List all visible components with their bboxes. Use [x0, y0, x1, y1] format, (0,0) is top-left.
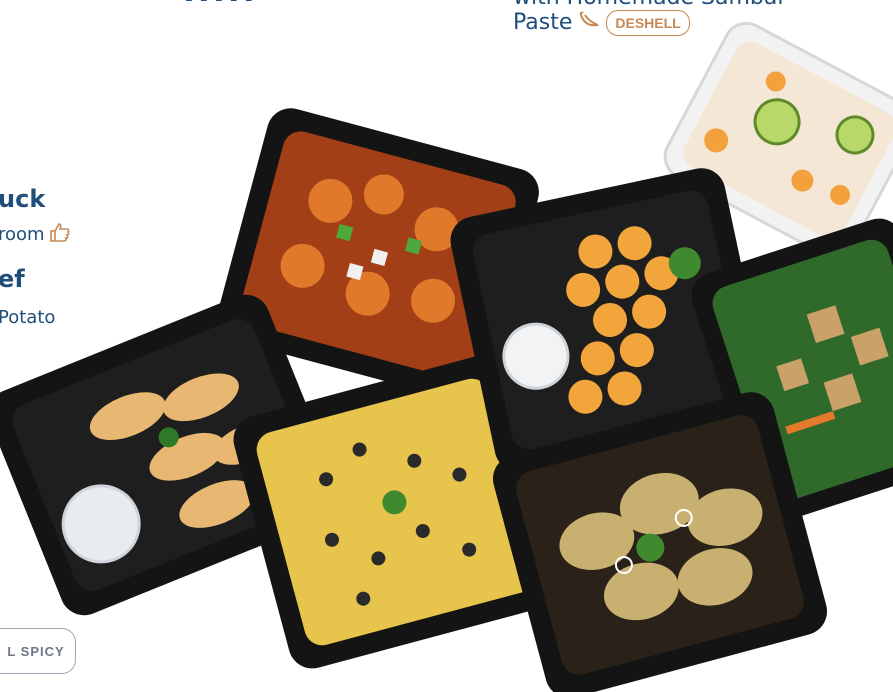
left-item-subtitle-1-text: room — [0, 223, 45, 245]
menu-item-sambal: with Homemade Sambal Paste DESHELL — [513, 0, 783, 37]
chili-icon — [578, 10, 600, 36]
left-item-title-1: uck — [0, 185, 46, 213]
left-item-subtitle-2: Potato — [0, 307, 56, 328]
left-item-subtitle-1: room — [0, 222, 71, 247]
menu-item-line-1: with Homemade Sambal — [513, 0, 783, 10]
menu-item-line-2-row: Paste DESHELL — [513, 10, 783, 37]
food-trays-photo — [0, 21, 893, 692]
top-left-text-fragment: - - - - - — [185, 0, 253, 12]
left-item-title-2: ef — [0, 265, 25, 293]
menu-item-line-2: Paste — [513, 10, 573, 36]
spicy-filter-button[interactable]: L SPICY — [0, 628, 76, 674]
deshell-badge: DESHELL — [606, 10, 690, 37]
thumbs-up-icon — [49, 222, 71, 247]
